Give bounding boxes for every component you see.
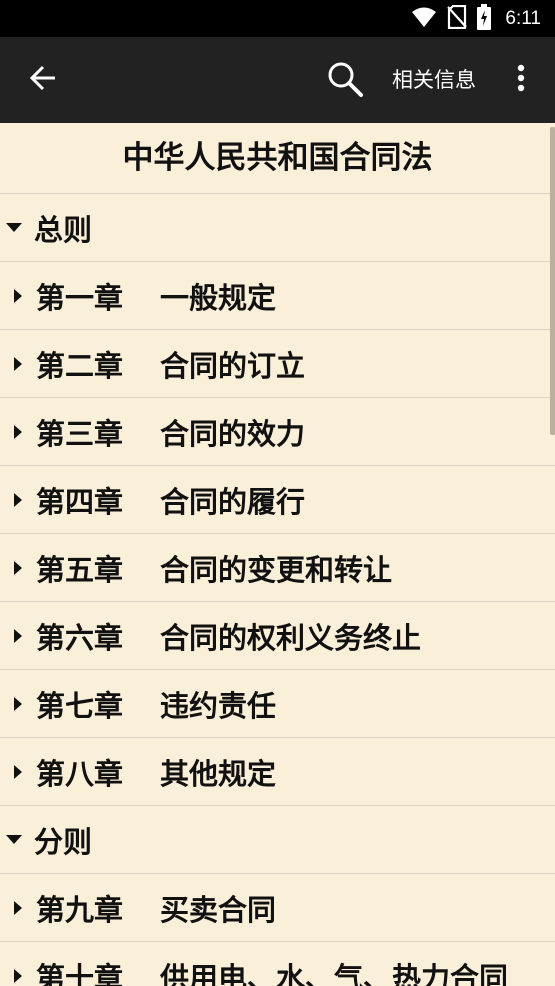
- back-button[interactable]: [24, 61, 62, 99]
- search-icon: [327, 61, 363, 101]
- chapter-number: 第九章: [36, 892, 124, 927]
- battery-charging-icon: [477, 4, 492, 34]
- toc-chapter-10[interactable]: 第十章 供用电、水、气、热力合同: [0, 942, 555, 986]
- collapsed-arrow-icon: [14, 628, 22, 643]
- more-options-button[interactable]: [506, 61, 536, 99]
- chapter-title: 买卖合同: [160, 892, 277, 927]
- toc-chapter-2[interactable]: 第二章 合同的订立: [0, 330, 555, 398]
- toc-chapter-6[interactable]: 第六章 合同的权利义务终止: [0, 602, 555, 670]
- chapter-title: 合同的变更和转让: [160, 552, 393, 587]
- chapter-title: 合同的履行: [160, 484, 306, 519]
- arrow-left-icon: [29, 65, 57, 95]
- section-label: 分则: [34, 824, 93, 859]
- toc-chapter-7[interactable]: 第七章 违约责任: [0, 670, 555, 738]
- chapter-title: 违约责任: [160, 688, 277, 723]
- toc-section-general[interactable]: 总则: [0, 194, 555, 262]
- expanded-arrow-icon: [6, 835, 22, 844]
- chapter-number: 第七章: [36, 688, 124, 723]
- chapter-number: 第四章: [36, 484, 124, 519]
- collapsed-arrow-icon: [14, 968, 22, 983]
- scrollbar[interactable]: [550, 127, 555, 435]
- chapter-title: 合同的效力: [160, 416, 306, 451]
- collapsed-arrow-icon: [14, 288, 22, 303]
- toc-chapter-4[interactable]: 第四章 合同的履行: [0, 466, 555, 534]
- related-info-button[interactable]: 相关信息: [392, 65, 476, 95]
- collapsed-arrow-icon: [14, 492, 22, 507]
- more-vert-icon: [517, 64, 525, 96]
- chapter-number: 第六章: [36, 620, 124, 655]
- collapsed-arrow-icon: [14, 356, 22, 371]
- toc-chapter-9[interactable]: 第九章 买卖合同: [0, 874, 555, 942]
- chapter-number: 第五章: [36, 552, 124, 587]
- wifi-icon: [411, 6, 437, 32]
- expanded-arrow-icon: [6, 223, 22, 232]
- chapter-number: 第八章: [36, 756, 124, 791]
- toc-chapter-1[interactable]: 第一章 一般规定: [0, 262, 555, 330]
- chapter-number: 第十章: [36, 960, 124, 986]
- toc-chapter-5[interactable]: 第五章 合同的变更和转让: [0, 534, 555, 602]
- no-sim-icon: [447, 4, 468, 33]
- collapsed-arrow-icon: [14, 900, 22, 915]
- chapter-number: 第三章: [36, 416, 124, 451]
- collapsed-arrow-icon: [14, 560, 22, 575]
- toc-content: 中华人民共和国合同法 总则 第一章 一般规定 第二章 合同的订立 第三章 合同的…: [0, 123, 555, 986]
- chapter-title: 合同的订立: [160, 348, 306, 383]
- chapter-title: 合同的权利义务终止: [160, 620, 422, 655]
- status-bar: 6:11: [0, 0, 555, 37]
- app-toolbar: 相关信息: [0, 37, 555, 123]
- chapter-number: 第二章: [36, 348, 124, 383]
- chapter-title: 一般规定: [160, 280, 277, 315]
- toc-chapter-3[interactable]: 第三章 合同的效力: [0, 398, 555, 466]
- chapter-title: 其他规定: [160, 756, 277, 791]
- collapsed-arrow-icon: [14, 424, 22, 439]
- chapter-number: 第一章: [36, 280, 124, 315]
- document-title: 中华人民共和国合同法: [0, 123, 555, 194]
- chapter-title: 供用电、水、气、热力合同: [160, 960, 509, 986]
- status-time: 6:11: [505, 8, 541, 29]
- toc-section-specific[interactable]: 分则: [0, 806, 555, 874]
- toc-chapter-8[interactable]: 第八章 其他规定: [0, 738, 555, 806]
- collapsed-arrow-icon: [14, 764, 22, 779]
- collapsed-arrow-icon: [14, 696, 22, 711]
- search-button[interactable]: [324, 60, 366, 102]
- section-label: 总则: [34, 212, 93, 247]
